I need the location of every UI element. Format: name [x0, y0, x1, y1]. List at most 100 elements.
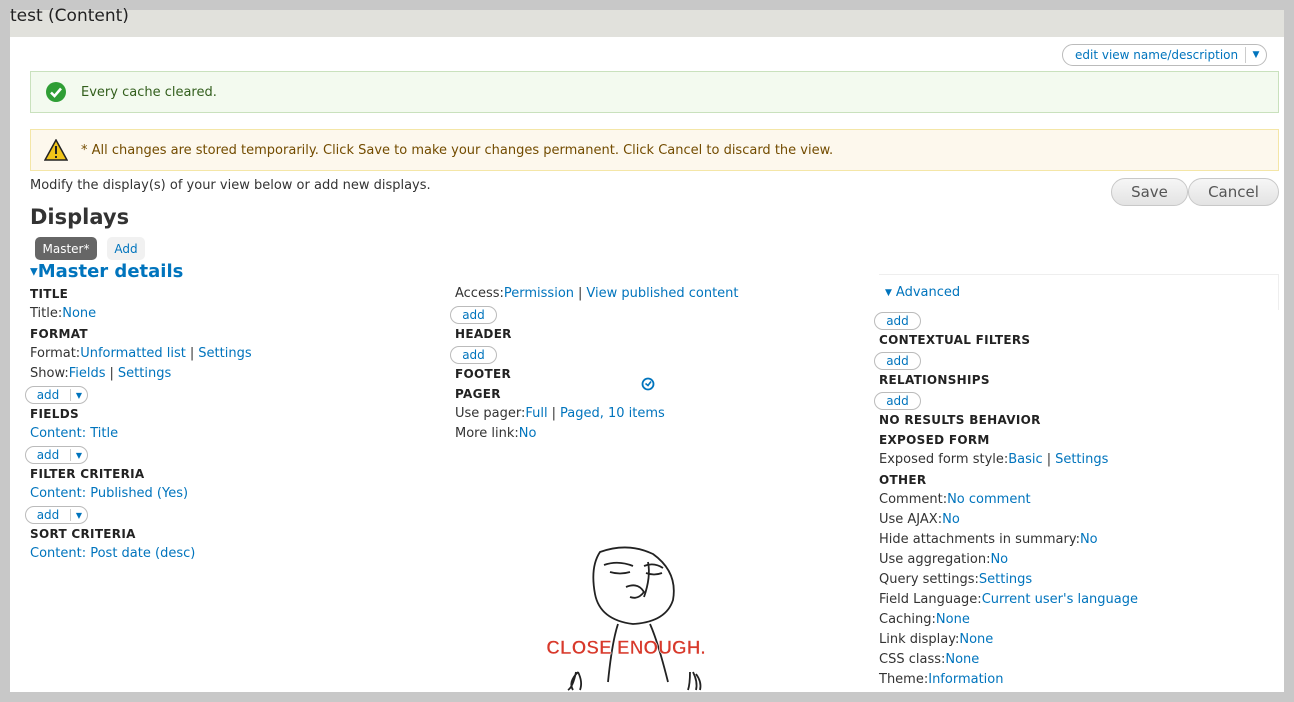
format-settings-link[interactable]: Settings: [198, 346, 251, 361]
sort-row: Content: Post date (desc): [30, 544, 440, 564]
loading-throbber-icon: [641, 377, 655, 391]
show-label: Show:: [30, 366, 69, 381]
other-value-link[interactable]: No: [990, 552, 1008, 567]
title-value-link[interactable]: None: [62, 306, 96, 321]
access-settings-link[interactable]: View published content: [586, 286, 738, 301]
field-content-title-link[interactable]: Content: Title: [30, 426, 118, 441]
show-row: Show:Fields | Settings: [30, 364, 440, 384]
filter-published-link[interactable]: Content: Published (Yes): [30, 486, 188, 501]
exposed-form-value-link[interactable]: Basic: [1008, 452, 1042, 467]
view-intro-text: Modify the display(s) of your view below…: [30, 178, 431, 193]
pipe-separator: |: [551, 406, 557, 421]
other-label: Comment:: [879, 492, 948, 507]
cancel-button[interactable]: Cancel: [1188, 178, 1279, 206]
more-link-value-link[interactable]: No: [519, 426, 537, 441]
views-ui-page: edit view name/description ▼ Every cache…: [10, 37, 1284, 692]
close-enough-meme-image: CLOSE ENOUGH.: [538, 542, 718, 692]
access-value-link[interactable]: Permission: [504, 286, 574, 301]
other-label: CSS class:: [879, 652, 946, 667]
add-no-results-button[interactable]: add: [874, 392, 921, 410]
status-message: Every cache cleared.: [30, 71, 1279, 113]
other-row-comment: Comment:No comment: [879, 490, 1279, 510]
other-label: Query settings:: [879, 572, 979, 587]
section-contextual-filters-heading: CONTEXTUAL FILTERS: [879, 333, 1031, 347]
other-row-theme: Theme:Information: [879, 670, 1279, 690]
other-value-link[interactable]: Information: [928, 672, 1003, 687]
pager-value-link[interactable]: Full: [525, 406, 547, 421]
add-contextual-filter-button[interactable]: add: [874, 312, 921, 330]
other-row-ajax: Use AJAX:No: [879, 510, 1279, 530]
check-circle-icon: [31, 81, 81, 103]
filter-row: Content: Published (Yes): [30, 484, 440, 504]
section-sort-heading: SORT CRITERIA: [30, 527, 136, 541]
add-fields-dropbutton[interactable]: add ▼: [25, 386, 88, 404]
edit-view-dropbutton[interactable]: edit view name/description ▼: [1062, 44, 1267, 66]
chevron-down-icon[interactable]: ▼: [71, 391, 87, 400]
add-sort-dropbutton[interactable]: add ▼: [25, 506, 88, 524]
other-value-link[interactable]: Settings: [979, 572, 1032, 587]
other-row-aggregation: Use aggregation:No: [879, 550, 1279, 570]
add-filter-dropbutton[interactable]: add ▼: [25, 446, 88, 464]
other-value-link[interactable]: No comment: [947, 492, 1031, 507]
more-link-label: More link:: [455, 426, 519, 441]
tab-master[interactable]: Master*: [35, 237, 97, 260]
other-value-link[interactable]: Current user's language: [982, 592, 1138, 607]
show-value-link[interactable]: Fields: [69, 366, 106, 381]
section-relationships-heading: RELATIONSHIPS: [879, 373, 990, 387]
add-button[interactable]: add: [26, 388, 70, 402]
other-row-link-display: Link display:None: [879, 630, 1279, 650]
other-row-query-settings: Query settings:Settings: [879, 570, 1279, 590]
display-column-second: Access:Permission | View published content…: [450, 284, 865, 444]
meme-caption: CLOSE ENOUGH.: [546, 638, 705, 659]
triangle-down-icon: ▼: [30, 266, 38, 278]
other-value-link[interactable]: No: [942, 512, 960, 527]
add-button[interactable]: add: [26, 448, 70, 462]
save-button[interactable]: Save: [1111, 178, 1188, 206]
section-pager-heading: PAGER: [455, 387, 501, 401]
sort-post-date-link[interactable]: Content: Post date (desc): [30, 546, 195, 561]
add-footer-button[interactable]: add: [450, 346, 497, 364]
chevron-down-icon[interactable]: ▼: [1246, 50, 1266, 60]
window-titlebar: test (Content): [0, 0, 1294, 37]
exposed-form-row: Exposed form style:Basic | Settings: [879, 450, 1279, 470]
section-footer-heading: FOOTER: [455, 367, 512, 381]
show-settings-link[interactable]: Settings: [118, 366, 171, 381]
chevron-down-icon[interactable]: ▼: [71, 511, 87, 520]
display-column-first: TITLE Title:None FORMAT Format:Unformatt…: [25, 284, 440, 564]
access-row: Access:Permission | View published content: [455, 284, 865, 304]
displays-heading: Displays: [30, 205, 130, 229]
other-value-link[interactable]: None: [936, 612, 970, 627]
format-value-link[interactable]: Unformatted list: [80, 346, 186, 361]
other-value-link[interactable]: None: [959, 632, 993, 647]
master-details-toggle[interactable]: ▼Master details: [30, 261, 183, 282]
pager-row: Use pager:Full | Paged, 10 items: [455, 404, 865, 424]
add-button[interactable]: add: [26, 508, 70, 522]
edit-view-name-link[interactable]: edit view name/description: [1063, 48, 1245, 62]
warning-message-text: * All changes are stored temporarily. Cl…: [81, 142, 834, 158]
master-details-heading: Master details: [37, 261, 184, 282]
advanced-toggle[interactable]: ▼ Advanced: [879, 274, 1279, 310]
add-relationship-button[interactable]: add: [874, 352, 921, 370]
section-title-heading: TITLE: [30, 287, 69, 301]
pager-settings-link[interactable]: Paged, 10 items: [560, 406, 665, 421]
chevron-down-icon[interactable]: ▼: [71, 451, 87, 460]
other-label: Theme:: [879, 672, 929, 687]
warning-icon: [31, 139, 81, 161]
section-filter-heading: FILTER CRITERIA: [30, 467, 145, 481]
add-display-button[interactable]: Add: [107, 237, 145, 260]
pipe-separator: |: [109, 366, 114, 381]
pipe-separator: |: [1046, 452, 1052, 467]
other-label: Field Language:: [879, 592, 982, 607]
exposed-form-settings-link[interactable]: Settings: [1055, 452, 1108, 467]
title-label: Title:: [30, 306, 63, 321]
other-row-field-language: Field Language:Current user's language: [879, 590, 1279, 610]
titlebar-background: [10, 10, 1284, 37]
pipe-separator: |: [189, 346, 195, 361]
other-value-link[interactable]: None: [945, 652, 979, 667]
other-label: Caching:: [879, 612, 936, 627]
other-label: Use aggregation:: [879, 552, 991, 567]
triangle-down-icon: ▼: [885, 287, 892, 298]
other-value-link[interactable]: No: [1080, 532, 1098, 547]
add-header-button[interactable]: add: [450, 306, 497, 324]
more-link-row: More link:No: [455, 424, 865, 444]
